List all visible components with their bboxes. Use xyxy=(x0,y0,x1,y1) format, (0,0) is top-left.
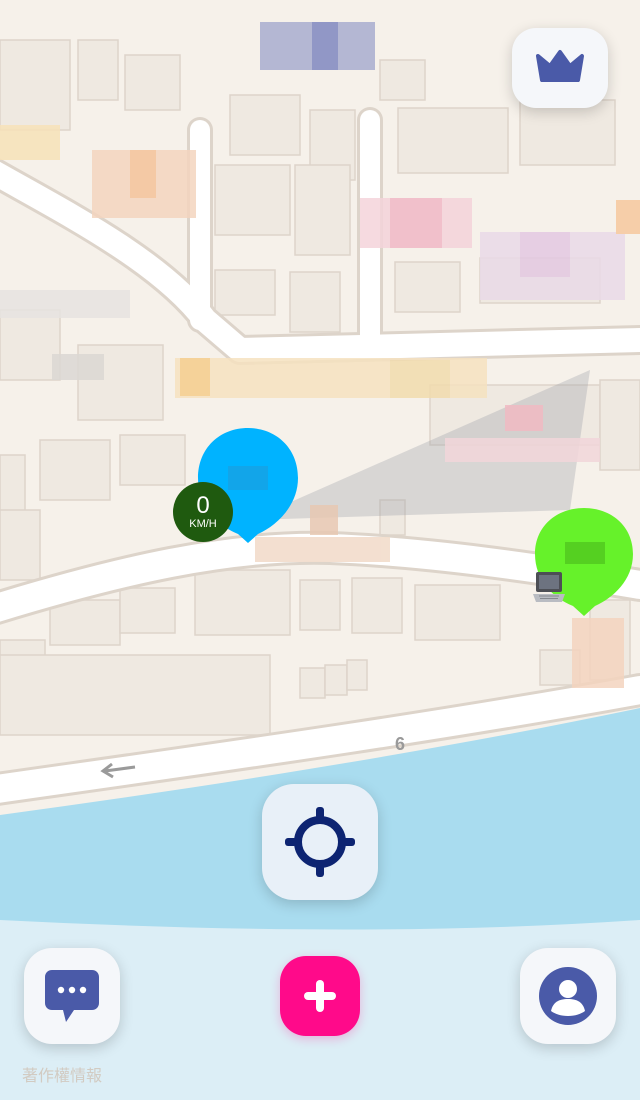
friend-location-marker[interactable] xyxy=(533,506,635,623)
locate-me-button[interactable] xyxy=(262,784,378,900)
plus-icon xyxy=(304,980,336,1012)
map-attribution-link[interactable]: 著作權情報 xyxy=(22,1062,102,1086)
laptop-icon xyxy=(533,572,565,602)
chat-button[interactable] xyxy=(24,948,120,1044)
premium-button[interactable] xyxy=(512,28,608,108)
user-avatar-icon xyxy=(539,967,597,1025)
speed-value: 0 xyxy=(196,492,210,519)
add-button[interactable] xyxy=(280,956,360,1036)
speed-badge: 0 KM/H xyxy=(173,482,233,542)
profile-button[interactable] xyxy=(520,948,616,1044)
route-number-label: 6 xyxy=(395,734,406,754)
chat-bubble-icon xyxy=(45,970,99,1022)
crosshair-icon xyxy=(285,807,355,877)
speed-unit: KM/H xyxy=(189,518,217,530)
crown-icon xyxy=(536,50,584,82)
